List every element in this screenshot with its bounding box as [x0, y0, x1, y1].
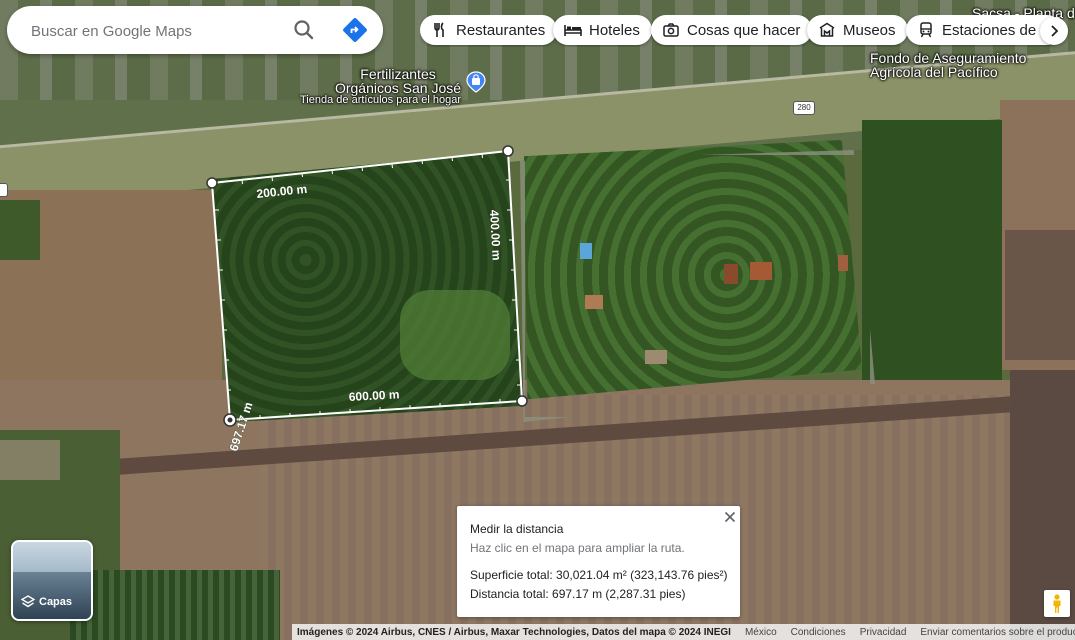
total-distance: Distancia total: 697.17 m (2,287.31 pies… — [470, 587, 686, 601]
measure-label-right: 400.00 m — [487, 209, 504, 260]
card-title: Medir la distancia — [470, 522, 564, 536]
directions-icon[interactable] — [341, 16, 369, 44]
chip-restaurantes[interactable]: Restaurantes — [420, 15, 558, 45]
chip-label: Museos — [843, 21, 896, 39]
footer-link-condiciones[interactable]: Condiciones — [791, 627, 846, 638]
search-input[interactable] — [29, 19, 273, 43]
layers-button[interactable]: Capas — [11, 540, 93, 621]
fondo-line2: Agrícola del Pacífico — [870, 64, 998, 80]
footer-link-mexico[interactable]: México — [745, 627, 777, 638]
fondo-line1: Fondo de Aseguramiento — [870, 50, 1027, 66]
total-area: Superficie total: 30,021.04 m² (323,143.… — [470, 568, 728, 582]
fork-knife-icon — [430, 21, 450, 39]
attribution-bar: Imágenes © 2024 Airbus, CNES / Airbus, M… — [292, 624, 1075, 640]
fondo-label[interactable]: Fondo de Aseguramiento Agrícola del Pací… — [870, 51, 1026, 79]
layers-icon — [21, 595, 35, 608]
chip-label: Cosas que hacer — [687, 21, 801, 39]
poi-name-line2: Orgánicos San José — [334, 80, 462, 96]
search-box — [7, 6, 383, 54]
layers-label: Capas — [39, 596, 73, 608]
chip-cosas-que-hacer[interactable]: Cosas que hacer — [651, 15, 813, 45]
measure-distance-card: Medir la distancia Haz clic en el mapa p… — [457, 506, 740, 617]
footer-link-feedback[interactable]: Enviar comentarios sobre el producto — [920, 627, 1075, 638]
footer-link-privacidad[interactable]: Privacidad — [860, 627, 907, 638]
measure-label-top: 200.00 m — [256, 182, 308, 201]
measure-point[interactable] — [502, 145, 514, 157]
layers-thumbnail-sky — [13, 542, 91, 572]
pegman-icon — [1053, 593, 1061, 613]
chevron-right-icon — [1051, 25, 1059, 37]
measure-point[interactable] — [516, 395, 528, 407]
bed-icon — [563, 21, 583, 39]
card-hint: Haz clic en el mapa para ampliar la ruta… — [470, 541, 685, 555]
shopping-bag-marker-icon[interactable] — [466, 71, 486, 93]
transit-icon — [916, 21, 936, 39]
measure-end-point-dot — [227, 417, 233, 423]
layers-label-row: Capas — [21, 595, 72, 609]
chip-hoteles[interactable]: Hoteles — [553, 15, 652, 45]
measure-label-bottom: 600.00 m — [348, 387, 399, 404]
poi-category: Tienda de artículos para el hogar — [300, 94, 462, 106]
chip-label: Hoteles — [589, 21, 640, 39]
attribution-text: Imágenes © 2024 Airbus, CNES / Airbus, M… — [297, 626, 731, 638]
chip-estaciones[interactable]: Estaciones de tr — [906, 15, 1062, 45]
measure-point[interactable] — [206, 177, 218, 189]
category-chips: Restaurantes Hoteles Cosas que hacer Mus… — [420, 15, 1075, 47]
chip-label: Restaurantes — [456, 21, 546, 39]
poi-name-line1: Fertilizantes — [360, 66, 436, 82]
route-shield: 280 — [793, 101, 815, 115]
chips-next-button[interactable] — [1040, 17, 1068, 45]
close-icon[interactable] — [722, 509, 738, 525]
chip-museos[interactable]: Museos — [807, 15, 908, 45]
street-view-pegman[interactable] — [1044, 590, 1070, 617]
route-shield-partial — [0, 183, 8, 197]
poi-name[interactable]: Fertilizantes Orgánicos San José — [334, 67, 462, 95]
search-icon[interactable] — [290, 16, 318, 44]
camera-icon — [661, 21, 681, 39]
museum-icon — [817, 21, 837, 39]
